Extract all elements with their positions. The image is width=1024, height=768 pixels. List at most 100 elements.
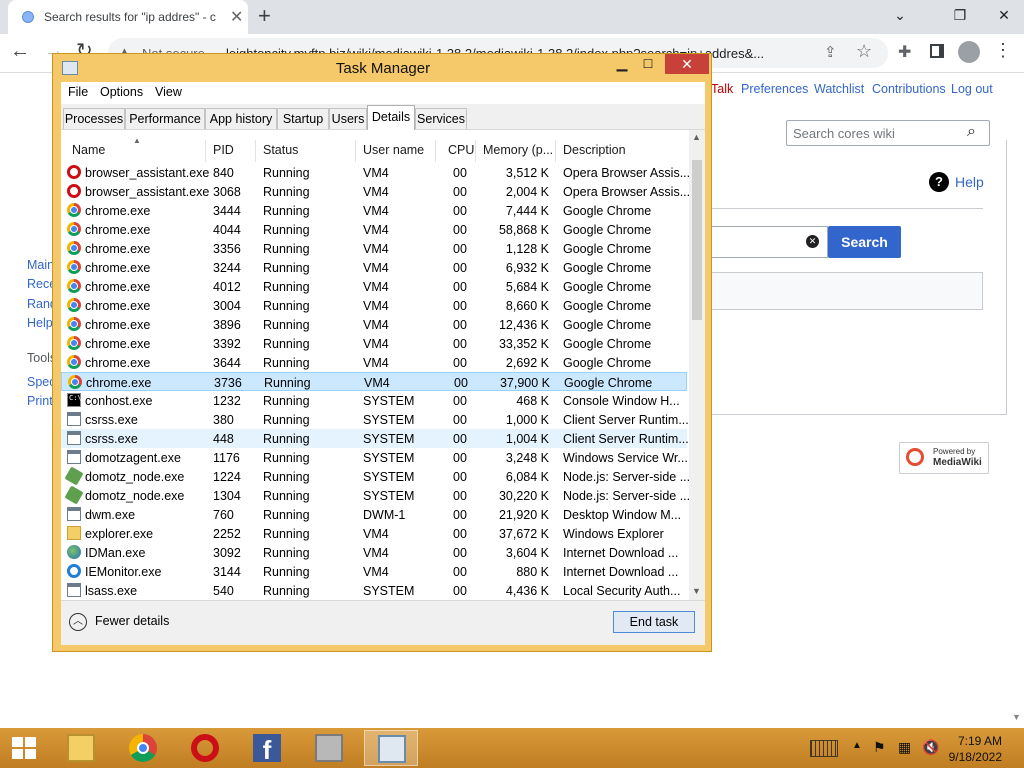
vertical-scrollbar[interactable]: ▲ ▼ [689, 130, 705, 600]
table-row[interactable]: browser_assistant.exe 3068 Running VM4 00 2,0… [61, 182, 690, 201]
clock-time[interactable]: 7:19 AM [940, 734, 1002, 748]
powered-by-mediawiki-badge[interactable]: Powered by MediaWiki [899, 442, 989, 474]
column-user-name[interactable]: User name [363, 143, 424, 157]
table-row[interactable]: chrome.exe 3896 Running VM4 00 12,436 K Google… [61, 315, 687, 334]
sidebar-link-help[interactable]: Help [27, 316, 53, 330]
column-separator[interactable] [555, 140, 556, 162]
help-icon[interactable]: ? [929, 172, 949, 192]
scroll-down-icon[interactable]: ▼ [692, 586, 701, 596]
column-separator[interactable] [355, 140, 356, 162]
table-row[interactable]: chrome.exe 3444 Running VM4 00 7,444 K Google … [61, 201, 687, 220]
restore-window-button[interactable]: ❐ [944, 0, 976, 30]
column-separator[interactable] [205, 140, 206, 162]
scroll-up-icon[interactable]: ▲ [692, 132, 701, 142]
sidebar-link-main[interactable]: Main [27, 258, 54, 272]
chrome-icon[interactable] [116, 730, 170, 766]
search-button[interactable]: Search [828, 226, 901, 258]
tab-processes[interactable]: Processes [63, 108, 125, 129]
table-row[interactable]: conhost.exe 1232 Running SYSTEM 00 468 K Conso… [61, 391, 687, 410]
help-link[interactable]: Help [955, 174, 984, 190]
tab-details[interactable]: Details [367, 105, 415, 130]
table-row[interactable]: chrome.exe 4012 Running VM4 00 5,684 K Google … [61, 277, 687, 296]
table-row[interactable]: domotz_node.exe 1304 Running SYSTEM 00 30,220… [61, 485, 690, 505]
extensions-puzzle-icon[interactable]: ✚ [898, 42, 911, 62]
tools-link-print[interactable]: Print [27, 394, 53, 408]
file-explorer-icon[interactable] [54, 730, 108, 766]
new-tab-button[interactable]: + [258, 3, 271, 29]
table-row[interactable]: explorer.exe 2252 Running VM4 00 37,672 K Wind… [61, 524, 687, 543]
watchlist-link[interactable]: Watchlist [814, 82, 864, 96]
table-row[interactable]: domotzagent.exe 1176 Running SYSTEM 00 3,248 … [61, 448, 688, 467]
table-row[interactable]: chrome.exe 3356 Running VM4 00 1,128 K Google … [61, 239, 687, 258]
wiki-search-input[interactable]: Search cores wiki ⌕ [786, 120, 990, 146]
column-separator[interactable] [255, 140, 256, 162]
table-row[interactable]: chrome.exe 3004 Running VM4 00 8,660 K Google … [61, 296, 687, 315]
chevron-up-icon[interactable]: ︿ [69, 613, 87, 631]
tab-startup[interactable]: Startup [277, 108, 329, 129]
profile-avatar-icon[interactable] [958, 41, 980, 63]
page-scroll-down-icon[interactable]: ▼ [1012, 712, 1021, 722]
contributions-link[interactable]: Contributions [872, 82, 946, 96]
tab-close-icon[interactable]: ✕ [230, 7, 243, 27]
column-status[interactable]: Status [263, 143, 298, 157]
table-row[interactable]: IEMonitor.exe 3144 Running VM4 00 880 K Intern… [61, 562, 687, 581]
table-row[interactable]: chrome.exe 3644 Running VM4 00 2,692 K Google … [61, 353, 687, 372]
column-pid[interactable]: PID [213, 143, 234, 157]
opera-icon[interactable] [178, 730, 232, 766]
clock-date[interactable]: 9/18/2022 [940, 750, 1002, 764]
tab-users[interactable]: Users [329, 108, 367, 129]
bookmark-star-icon[interactable]: ☆ [856, 41, 872, 62]
windows-start-icon[interactable] [12, 737, 38, 759]
minimize-button[interactable]: ▁ [609, 54, 635, 74]
table-row[interactable]: csrss.exe 380 Running SYSTEM 00 1,000 K Client… [61, 410, 689, 429]
volume-muted-icon[interactable]: 🔇 [922, 739, 939, 756]
table-row[interactable]: IDMan.exe 3092 Running VM4 00 3,604 K Internet… [61, 543, 687, 562]
column-separator[interactable] [435, 140, 436, 162]
table-row[interactable]: lsass.exe 540 Running SYSTEM 00 4,436 K Local … [61, 581, 687, 600]
table-row[interactable]: chrome.exe 4044 Running VM4 00 58,868 K Google… [61, 220, 687, 239]
search-icon[interactable]: ⌕ [967, 123, 976, 141]
show-hidden-icons-icon[interactable]: ▲ [852, 740, 862, 751]
talk-link[interactable]: Talk [711, 82, 733, 96]
touch-keyboard-icon[interactable] [810, 740, 838, 757]
tab-services[interactable]: Services [415, 108, 467, 129]
column-description[interactable]: Description [563, 143, 626, 157]
table-row[interactable]: chrome.exe 3392 Running VM4 00 33,352 K Google… [61, 334, 687, 353]
tab-app-history[interactable]: App history [205, 108, 277, 129]
table-row[interactable]: domotz_node.exe 1224 Running SYSTEM 00 6,084 … [61, 466, 690, 486]
scroll-thumb[interactable] [692, 160, 702, 320]
column-memory[interactable]: Memory (p... [483, 143, 553, 157]
clear-search-icon[interactable]: ✕ [806, 235, 819, 248]
browser-tab[interactable]: Search results for "ip addres" - c ✕ [8, 0, 248, 34]
menu-view[interactable]: View [155, 85, 182, 99]
network-icon[interactable] [302, 730, 356, 766]
column-name[interactable]: Name [72, 143, 105, 157]
column-separator[interactable] [475, 140, 476, 162]
table-row[interactable]: browser_assistant.exe 840 Running VM4 00 3,51… [61, 163, 690, 182]
tab-search-button[interactable]: ⌄ [884, 0, 916, 30]
tab-performance[interactable]: Performance [125, 108, 205, 129]
action-center-flag-icon[interactable]: ⚑ [873, 739, 886, 756]
close-window-button[interactable]: ✕ [988, 0, 1020, 30]
back-arrow-icon[interactable]: ← [10, 40, 30, 63]
table-row[interactable]: csrss.exe 448 Running SYSTEM 00 1,004 K Client… [61, 429, 689, 448]
network-tray-icon[interactable]: ▦ [898, 739, 911, 756]
log-out-link[interactable]: Log out [951, 82, 993, 96]
table-row[interactable]: chrome.exe 3736 Running VM4 00 37,900 K Google… [61, 372, 687, 391]
menu-options[interactable]: Options [100, 85, 143, 99]
share-icon[interactable]: ⇪ [824, 43, 837, 61]
preferences-link[interactable]: Preferences [741, 82, 808, 96]
cell-cpu: 00 [453, 565, 467, 579]
kebab-menu-icon[interactable]: ⋮ [994, 40, 1012, 61]
fewer-details-link[interactable]: Fewer details [95, 614, 169, 628]
side-panel-icon[interactable] [930, 44, 944, 58]
task-manager-icon[interactable] [364, 730, 418, 766]
menu-file[interactable]: File [68, 85, 88, 99]
maximize-button[interactable]: ☐ [637, 54, 659, 74]
end-task-button[interactable]: End task [613, 611, 695, 633]
column-cpu[interactable]: CPU [448, 143, 474, 157]
table-row[interactable]: dwm.exe 760 Running DWM-1 00 21,920 K Desktop … [61, 505, 687, 524]
facebook-icon[interactable]: f [240, 730, 294, 766]
close-button[interactable]: ✕ [665, 54, 709, 74]
table-row[interactable]: chrome.exe 3244 Running VM4 00 6,932 K Google … [61, 258, 687, 277]
